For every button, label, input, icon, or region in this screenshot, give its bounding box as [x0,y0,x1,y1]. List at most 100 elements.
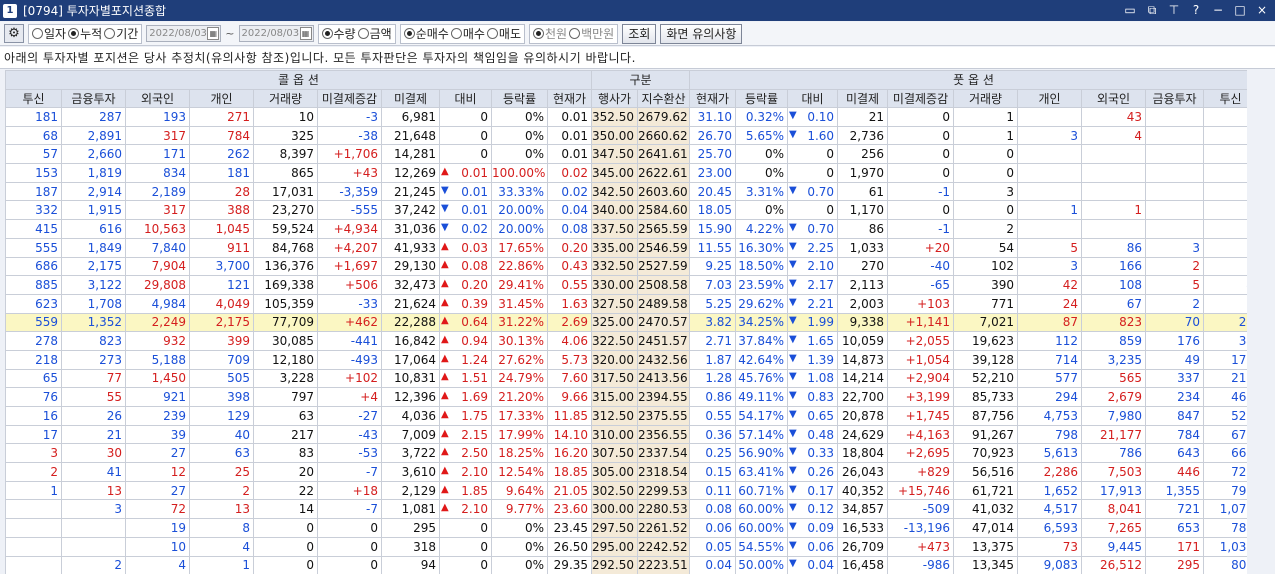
column-header[interactable]: 개인 [1017,88,1083,108]
window-control-icon[interactable]: × [1255,2,1269,18]
table-cell: 390 [953,275,1019,295]
cell-value: 2,286 [1043,464,1079,479]
table-row[interactable]: 57 2,660 171 262 8,397 +1,706 14,281 0 0% 0.01 347… [5,144,1247,165]
column-header[interactable]: 현재가 [689,88,737,108]
table-row[interactable]: 559 1,352 2,249 2,175 77,709 +462 22,288 ▲ 0.64 3… [5,312,1247,333]
column-header[interactable]: 외국인 [125,88,190,108]
calendar-icon[interactable]: ▦ [207,27,220,40]
cell-value: 1 [1134,203,1143,218]
table-row[interactable]: 65 77 1,450 505 3,228 +102 10,831 ▲ 1.51 24.79% 7.… [5,368,1247,389]
column-header[interactable]: 미결제증감 [317,88,382,108]
table-row[interactable]: 278 823 932 399 30,085 -441 16,842 ▲ 0.94 30.13% 4… [5,331,1247,351]
cell-value: 0 [480,520,488,535]
table-cell: -441 [317,331,382,351]
table-row[interactable]: 555 1,849 7,840 911 84,768 +4,207 41,933 ▲ 0.03 1… [5,237,1247,258]
column-header[interactable]: 대비 [787,88,839,108]
column-header[interactable]: 미결제 [381,88,440,108]
table-cell [1145,107,1205,127]
column-header[interactable]: 대비 [439,88,492,108]
column-header[interactable]: 미결제증감 [887,88,955,108]
radio-measure-1[interactable]: 금액 [357,25,392,42]
column-header[interactable]: 지수환산 [637,88,691,108]
column-header[interactable]: 등락률 [491,88,548,108]
radio-date_mode-0[interactable]: 일자 [32,25,66,42]
table-row[interactable]: 415 616 10,563 1,045 59,524 +4,934 31,036 ▼ 0.02… [5,219,1247,239]
column-header[interactable]: 거래량 [953,88,1019,108]
screen-notice-button[interactable]: 화면 유의사항 [660,23,743,44]
column-header[interactable]: 개인 [189,88,254,108]
table-cell: 3,700 [189,256,254,277]
radio-dot-icon [357,28,369,39]
table-row[interactable]: 2 4 1 0 0 94 0 0% 29.35 292.50 2223.51 0.04 50.00% ▼ 0… [5,555,1247,574]
radio-trade-0[interactable]: 순매수 [403,25,449,42]
radio-trade-1[interactable]: 매수 [450,25,485,42]
table-row[interactable]: 218 273 5,188 709 12,180 -493 17,064 ▲ 1.24 27.62… [5,349,1247,370]
column-header[interactable]: 등락률 [735,88,789,108]
cell-value: 12.54% [498,464,544,479]
table-row[interactable]: 181 287 193 271 10 -3 6,981 0 0% 0.01 352.50 2679.6… [5,107,1247,127]
table-cell: 4 [125,555,190,574]
column-header[interactable]: 외국인 [1081,88,1147,108]
table-row[interactable]: 332 1,915 317 388 23,270 -555 37,242 ▼ 0.01 20.00… [5,200,1247,221]
cell-value: 26,512 [1100,558,1143,573]
radio-date_mode-2[interactable]: 기간 [104,25,138,42]
column-header[interactable]: 금융투자 [61,88,126,108]
cell-value: 34,857 [842,502,885,517]
table-row[interactable]: 885 3,122 29,808 121 169,338 +506 32,473 ▲ 0.20 2… [5,275,1247,295]
table-cell: ▲ 0.94 [439,331,492,351]
table-row[interactable]: 153 1,819 834 181 865 +43 12,269 ▲ 0.01 100.00% 0.… [5,163,1247,183]
table-row[interactable]: 19 8 0 0 295 0 0% 23.45 297.50 2261.52 0.06 60.00% ▼… [5,518,1247,538]
window-control-icon[interactable]: − [1211,2,1225,18]
table-row[interactable]: 1 13 27 2 22 +18 2,129 ▲ 1.85 9.64% 21.05 302.50 229… [5,480,1247,501]
window-control-icon[interactable]: □ [1233,2,1247,18]
radio-measure-0[interactable]: 수량 [321,25,356,42]
radio-trade-2[interactable]: 매도 [486,25,521,42]
table-row[interactable]: 3 30 27 63 83 -53 3,722 ▲ 2.50 18.25% 16.20 307.50 2… [5,443,1247,464]
cell-value: 21,177 [1100,427,1143,442]
column-header[interactable]: 금융투자 [1145,88,1205,108]
cell-value: 0 [306,539,314,554]
position-grid[interactable]: 콜 옵 션 구분 풋 옵 션 투신 금융투자 외국인 개인 거래량 미결제증감 미결제 대비 등… [5,70,1247,574]
column-header[interactable]: 거래량 [253,88,318,108]
radio-unit-1[interactable]: 백만원 [569,25,614,42]
cell-value: 332.50 [592,259,635,274]
window-control-icon[interactable]: ▭ [1123,2,1137,18]
table-row[interactable]: 76 55 921 398 797 +4 12,396 ▲ 1.69 21.20% 9.66 315.… [5,387,1247,407]
table-row[interactable]: 10 4 0 0 318 0 0% 26.50 295.00 2242.52 0.05 54.55% ▼… [5,536,1247,557]
column-header[interactable]: 미결제 [837,88,889,108]
table-cell: 176 [1145,331,1205,351]
window-control-icon[interactable]: ⊤ [1167,2,1181,18]
table-row[interactable]: 2 41 12 25 20 -7 3,610 ▲ 2.10 12.54% 18.85 305.00 23… [5,462,1247,482]
settings-gear-icon[interactable]: ⚙ [4,24,24,43]
date-to-field[interactable]: 2022/08/03 ▦ [238,25,314,42]
table-cell: 63 [253,406,318,426]
column-header[interactable]: 투신 [1203,88,1247,108]
table-row[interactable]: 187 2,914 2,189 28 17,031 -3,359 21,245 ▼ 0.01 33… [5,181,1247,202]
cell-value: -441 [350,334,378,349]
table-row[interactable]: 68 2,891 317 784 325 -38 21,648 0 0% 0.01 350.00 26… [5,125,1247,146]
table-row[interactable]: 623 1,708 4,984 4,049 105,359 -33 21,624 ▲ 0.39 3… [5,293,1247,314]
down-arrow-icon: ▼ [789,352,797,364]
vertical-scroll-area[interactable] [1247,70,1275,574]
table-row[interactable]: 16 26 239 129 63 -27 4,036 ▲ 1.75 17.33% 11.85 312.… [5,406,1247,426]
cell-value: 27.62% [498,352,544,367]
column-header[interactable]: 행사가 [591,88,639,108]
window-control-icon[interactable]: ⧉ [1145,2,1159,18]
table-row[interactable]: 686 2,175 7,904 3,700 136,376 +1,697 29,130 ▲ 0.… [5,256,1247,277]
date-from-field[interactable]: 2022/08/03 ▦ [146,25,222,42]
down-arrow-icon: ▼ [789,502,797,514]
radio-date_mode-1[interactable]: 누적 [68,25,102,42]
column-header[interactable]: 투신 [5,88,62,108]
query-button[interactable]: 조회 [622,23,657,44]
cell-value: 29,130 [394,259,436,274]
table-row[interactable]: 3 72 13 14 -7 1,081 ▲ 2.10 9.77% 23.60 300.00 2280.… [5,499,1247,520]
table-cell [1203,144,1247,165]
calendar-icon[interactable]: ▦ [299,27,312,40]
cell-value: 653 [1177,520,1201,535]
column-header[interactable]: 현재가 [546,88,593,108]
table-cell: 11.85 [546,406,593,426]
window-control-icon[interactable]: ? [1189,2,1203,18]
radio-unit-0[interactable]: 천원 [533,25,567,42]
table-cell: 16 [5,406,62,426]
table-row[interactable]: 17 21 39 40 217 -43 7,009 ▲ 2.15 17.99% 14.10 310.0… [5,424,1247,445]
